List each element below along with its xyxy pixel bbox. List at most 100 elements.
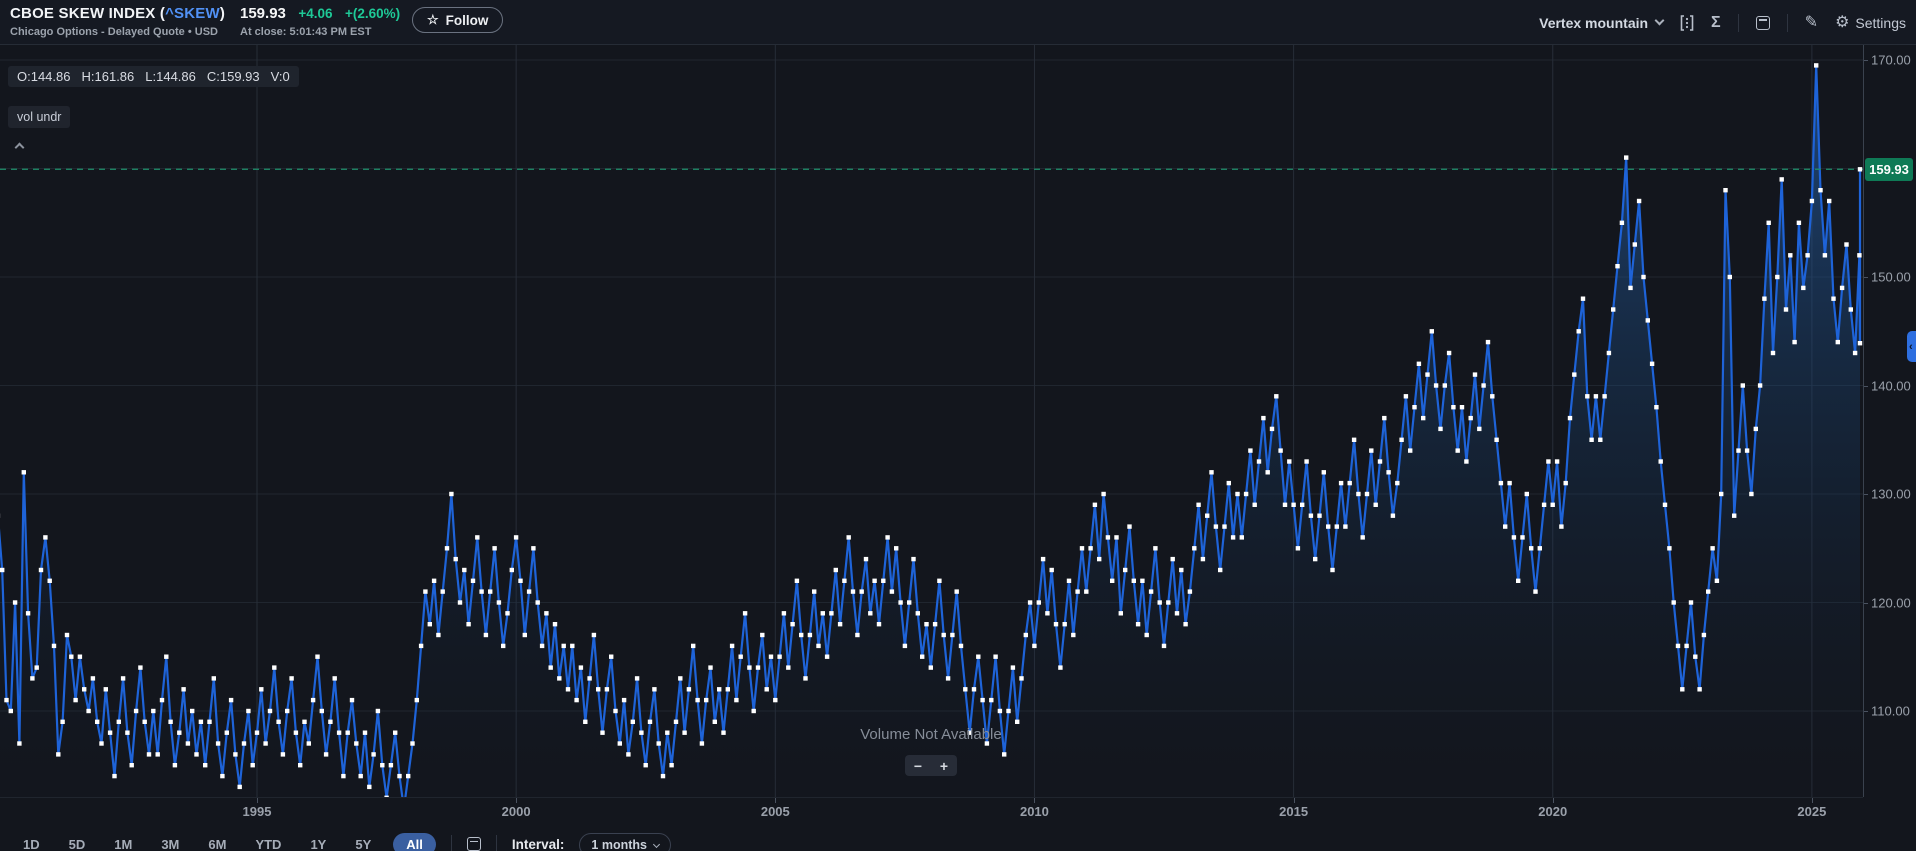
panel-collapse-tab[interactable]: ‹: [1907, 331, 1916, 362]
data-point-marker: [13, 600, 17, 604]
x-axis-label: 2015: [1279, 804, 1308, 819]
settings-button[interactable]: ⚙ Settings: [1835, 15, 1906, 31]
data-point-marker: [354, 741, 358, 745]
x-axis-label: 1995: [243, 804, 272, 819]
data-point-marker: [320, 709, 324, 713]
data-point-marker: [618, 741, 622, 745]
data-point-marker: [1594, 394, 1598, 398]
range-button-1m[interactable]: 1M: [107, 833, 139, 851]
data-point-marker: [847, 535, 851, 539]
data-point-marker: [1378, 459, 1382, 463]
data-point-marker: [605, 687, 609, 691]
data-point-marker: [1231, 535, 1235, 539]
date-range-icon[interactable]: [1756, 16, 1770, 30]
data-point-marker: [929, 665, 933, 669]
data-point-marker: [186, 741, 190, 745]
data-point-marker: [1313, 557, 1317, 561]
range-button-1d[interactable]: 1D: [16, 833, 47, 851]
volume-indicator-chip[interactable]: vol undr: [8, 106, 70, 128]
data-point-marker: [1283, 503, 1287, 507]
data-point-marker: [536, 600, 540, 604]
data-point-marker: [69, 655, 73, 659]
data-point-marker: [1119, 611, 1123, 615]
data-point-marker: [531, 546, 535, 550]
data-point-marker: [864, 557, 868, 561]
data-point-marker: [950, 633, 954, 637]
data-point-marker: [1110, 579, 1114, 583]
range-button-6m[interactable]: 6M: [201, 833, 233, 851]
range-button-3m[interactable]: 3M: [154, 833, 186, 851]
data-point-marker: [1555, 459, 1559, 463]
x-axis[interactable]: 1995200020052010201520202025: [0, 797, 1863, 825]
collapse-legend-button[interactable]: [10, 140, 28, 154]
data-point-marker: [1395, 481, 1399, 485]
data-point-marker: [514, 535, 518, 539]
data-point-marker: [1266, 470, 1270, 474]
data-point-marker: [501, 644, 505, 648]
follow-button[interactable]: ☆ Follow: [412, 7, 503, 33]
range-button-all[interactable]: All: [393, 833, 436, 851]
data-point-marker: [1438, 427, 1442, 431]
data-point-marker: [717, 687, 721, 691]
data-point-marker: [454, 557, 458, 561]
range-button-1y[interactable]: 1Y: [303, 833, 333, 851]
comparison-icon[interactable]: [1680, 15, 1694, 31]
data-point-marker: [1304, 459, 1308, 463]
data-point-marker: [721, 731, 725, 735]
ticker-symbol[interactable]: ^SKEW: [165, 5, 220, 22]
data-point-marker: [1386, 470, 1390, 474]
data-point-marker: [596, 687, 600, 691]
data-point-marker: [579, 665, 583, 669]
indicators-sigma-icon[interactable]: Σ: [1711, 15, 1721, 31]
range-button-5y[interactable]: 5Y: [348, 833, 378, 851]
data-point-marker: [1322, 470, 1326, 474]
data-point-marker: [1767, 221, 1771, 225]
y-axis-label: 120.00: [1871, 595, 1911, 610]
interval-dropdown[interactable]: 1 months: [579, 833, 671, 851]
data-point-marker: [635, 676, 639, 680]
data-point-marker: [1149, 589, 1153, 593]
data-point-marker: [1849, 307, 1853, 311]
data-point-marker: [622, 698, 626, 702]
data-point-marker: [562, 644, 566, 648]
data-point-marker: [1503, 524, 1507, 528]
title-text: CBOE SKEW INDEX (: [10, 5, 165, 22]
zoom-control: − +: [905, 755, 957, 776]
data-point-marker: [194, 752, 198, 756]
data-point-marker: [471, 579, 475, 583]
data-point-marker: [1637, 199, 1641, 203]
data-point-marker: [9, 709, 13, 713]
data-point-marker: [1858, 167, 1862, 171]
data-point-marker: [1127, 524, 1131, 528]
data-point-marker: [885, 535, 889, 539]
data-point-marker: [164, 655, 168, 659]
chart-controls: Vertex mountain Σ ✎ ⚙ Settings: [1539, 0, 1906, 45]
calendar-icon: [467, 837, 481, 851]
data-point-marker: [790, 622, 794, 626]
x-axis-label: 2005: [761, 804, 790, 819]
data-point-marker: [121, 676, 125, 680]
data-point-marker: [1650, 362, 1654, 366]
data-point-marker: [1715, 579, 1719, 583]
data-point-marker: [1723, 188, 1727, 192]
data-point-marker: [1836, 340, 1840, 344]
draw-pencil-icon[interactable]: ✎: [1805, 15, 1818, 31]
chart-type-dropdown[interactable]: Vertex mountain: [1539, 15, 1663, 31]
price-chart[interactable]: [0, 45, 1863, 797]
data-point-marker: [752, 709, 756, 713]
data-point-marker: [1633, 242, 1637, 246]
data-point-marker: [1559, 524, 1563, 528]
data-point-marker: [855, 633, 859, 637]
custom-date-icon[interactable]: [467, 833, 481, 851]
data-point-marker: [449, 492, 453, 496]
data-point-marker: [160, 698, 164, 702]
data-point-marker: [678, 676, 682, 680]
data-point-marker: [147, 752, 151, 756]
range-button-5d[interactable]: 5D: [62, 833, 93, 851]
range-button-ytd[interactable]: YTD: [248, 833, 288, 851]
data-point-marker: [1192, 546, 1196, 550]
zoom-out-button[interactable]: −: [905, 755, 931, 776]
data-point-marker: [138, 665, 142, 669]
data-point-marker: [1348, 481, 1352, 485]
zoom-in-button[interactable]: +: [931, 755, 957, 776]
